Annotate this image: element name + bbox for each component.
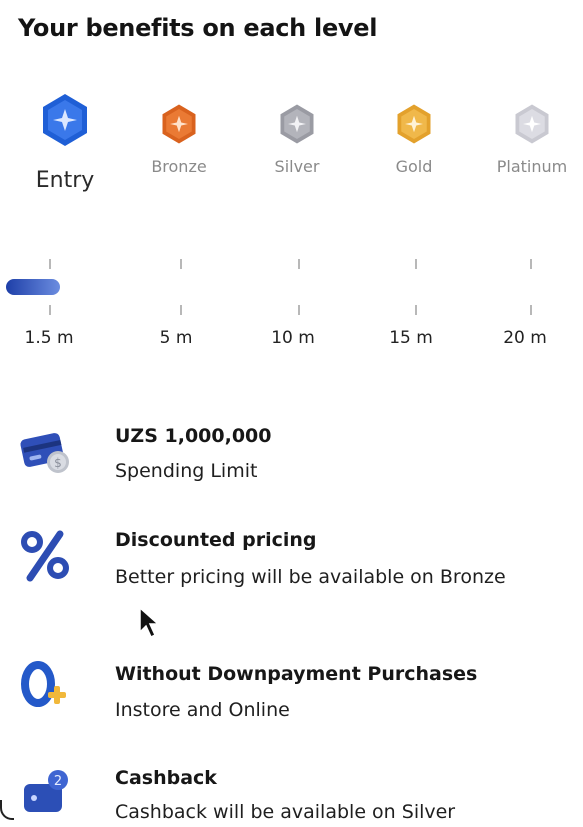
tick-mark	[49, 259, 51, 269]
hexagon-star-badge-icon	[43, 94, 87, 146]
tick-mark	[298, 305, 300, 315]
benefit-title: Discounted pricing	[115, 529, 317, 551]
tick-mark	[298, 259, 300, 269]
tick-mark	[530, 259, 532, 269]
hexagon-star-badge-icon	[397, 104, 431, 144]
benefit-description: Better pricing will be available on Bron…	[115, 566, 506, 588]
credit-card-coin-icon: $	[20, 433, 69, 473]
level-silver[interactable]: Silver	[256, 103, 338, 176]
tick-mark	[530, 305, 532, 315]
hexagon-star-badge-icon	[515, 104, 549, 144]
hexagon-star-badge-icon	[162, 104, 196, 144]
level-bronze[interactable]: Bronze	[138, 103, 220, 176]
level-label-silver: Silver	[274, 157, 320, 176]
tick-mark	[415, 259, 417, 269]
zero-plus-icon	[21, 661, 66, 707]
tick-label: 5 m	[159, 328, 193, 348]
frame-corner	[0, 800, 14, 820]
level-gold[interactable]: Gold	[373, 103, 455, 176]
tick-mark	[180, 259, 182, 269]
svg-text:2: 2	[54, 774, 62, 789]
svg-text:$: $	[54, 456, 62, 470]
benefit-description: Instore and Online	[115, 699, 290, 721]
tick-label: 10 m	[271, 328, 315, 348]
level-label-bronze: Bronze	[151, 157, 207, 176]
page-title: Your benefits on each level	[18, 14, 378, 42]
level-entry[interactable]: Entry	[24, 92, 106, 193]
tick-mark	[180, 305, 182, 315]
level-label-gold: Gold	[395, 157, 433, 176]
benefit-title: UZS 1,000,000	[115, 425, 272, 447]
wallet-cashback-icon: 2	[24, 770, 68, 812]
tick-label: 1.5 m	[24, 328, 74, 348]
level-label-entry: Entry	[35, 168, 95, 193]
tick-mark	[415, 305, 417, 315]
percent-icon	[21, 530, 69, 582]
benefit-title: Without Downpayment Purchases	[115, 663, 478, 685]
mouse-pointer-icon	[139, 606, 160, 639]
benefit-description: Cashback will be available on Silver	[115, 801, 456, 823]
tick-mark	[49, 305, 51, 315]
level-label-platinum: Platinum	[496, 157, 568, 176]
tick-label: 15 m	[389, 328, 433, 348]
benefit-title: Cashback	[115, 767, 217, 789]
benefit-description: Spending Limit	[115, 460, 258, 482]
level-platinum[interactable]: Platinum	[486, 103, 578, 176]
hexagon-star-badge-icon	[280, 104, 314, 144]
progress-indicator	[6, 279, 60, 295]
tick-label: 20 m	[503, 328, 547, 348]
